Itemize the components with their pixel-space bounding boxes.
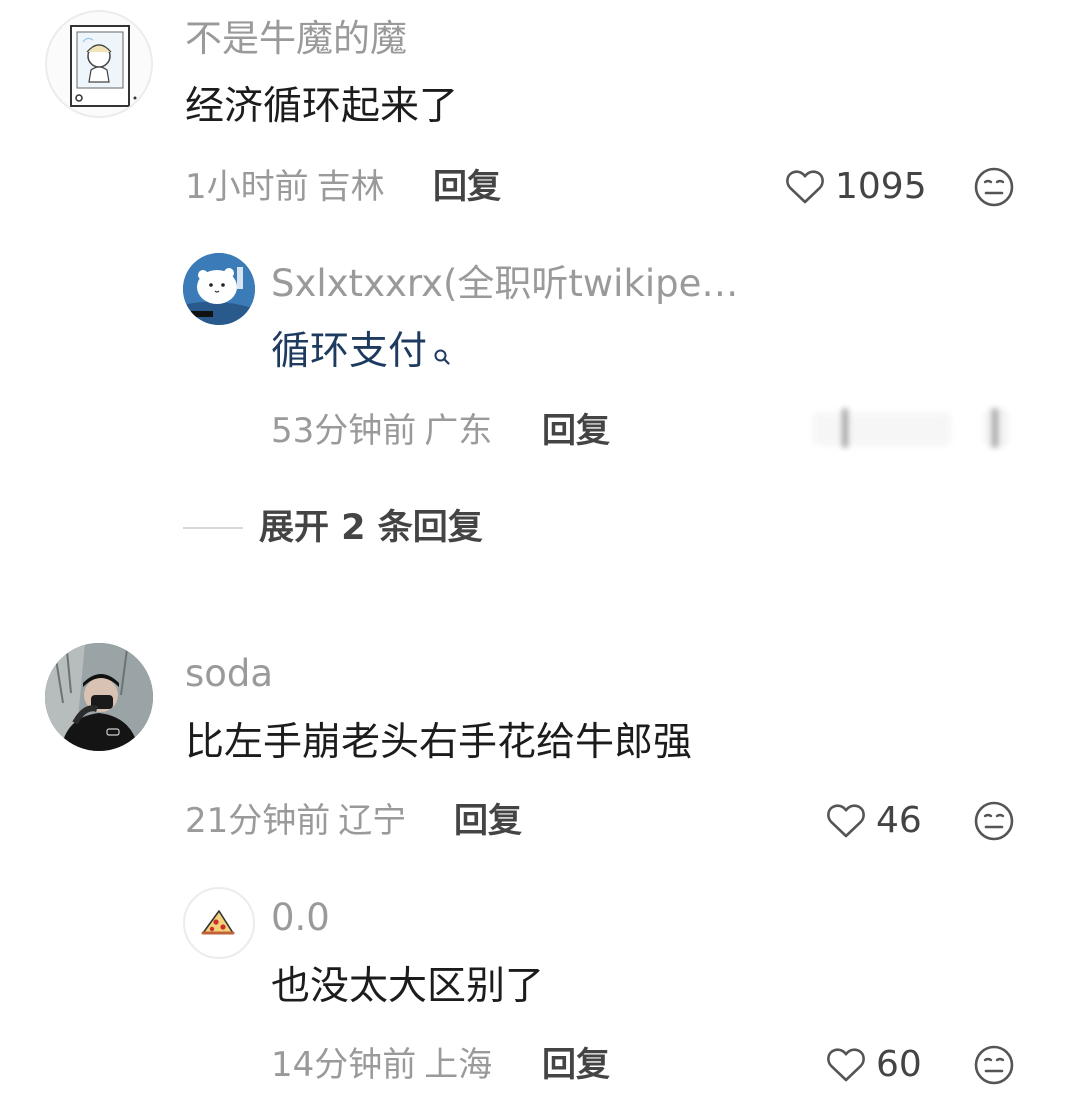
- avatar[interactable]: [183, 253, 255, 325]
- neutral-face-icon: [972, 801, 1016, 847]
- reply-location: 广东: [424, 411, 493, 451]
- like-button[interactable]: 46: [824, 799, 922, 843]
- heart-outline-icon: [824, 1043, 868, 1087]
- emoji-reaction-button[interactable]: [972, 1043, 1016, 1087]
- reply-button[interactable]: 回复: [542, 1043, 610, 1087]
- reply-meta: 53分钟前 广东: [271, 409, 492, 453]
- comment-meta: 1小时前 吉林: [185, 165, 385, 209]
- like-count: 1095: [835, 166, 927, 207]
- comment-username[interactable]: soda: [185, 652, 273, 696]
- like-button[interactable]: 60: [824, 1043, 922, 1087]
- like-count: 60: [876, 1044, 922, 1085]
- neutral-face-icon: [972, 1045, 1016, 1091]
- reply-username[interactable]: 0.0: [271, 896, 330, 940]
- comment-text: 比左手崩老头右手花给牛郎强: [185, 720, 693, 765]
- avatar[interactable]: [45, 643, 153, 751]
- reply-meta: 14分钟前 上海: [271, 1043, 492, 1087]
- like-count: 46: [876, 800, 922, 841]
- comment-time: 21分钟前: [185, 801, 331, 841]
- comment-username[interactable]: 不是牛魔的魔: [185, 17, 407, 61]
- like-button[interactable]: 1095: [783, 165, 927, 209]
- expand-replies-button[interactable]: 展开 2 条回复: [183, 506, 483, 550]
- emoji-reaction-button[interactable]: [972, 799, 1016, 843]
- comment-location: 吉林: [316, 167, 385, 207]
- search-mini-icon[interactable]: [433, 330, 451, 378]
- search-link[interactable]: 循环支付: [271, 329, 427, 374]
- reply-time: 53分钟前: [271, 411, 417, 451]
- emoji-reaction-button[interactable]: [972, 165, 1016, 209]
- heart-outline-icon: [824, 799, 868, 843]
- reply-text: 循环支付: [271, 328, 451, 378]
- comment-time: 1小时前: [185, 167, 309, 207]
- reply-username[interactable]: Sxlxtxxrx(全职听twikipe…: [271, 262, 738, 306]
- reply-button[interactable]: 回复: [542, 409, 610, 453]
- expand-replies-label: 展开 2 条回复: [259, 508, 483, 548]
- reply-button[interactable]: 回复: [454, 799, 522, 843]
- comment-text: 经济循环起来了: [185, 84, 459, 129]
- reply-time: 14分钟前: [271, 1045, 417, 1085]
- avatar[interactable]: [45, 10, 153, 118]
- avatar[interactable]: [183, 887, 255, 959]
- like-button[interactable]: [812, 402, 1022, 454]
- reply-text: 也没太大区别了: [271, 964, 545, 1009]
- reply-button[interactable]: 回复: [433, 165, 501, 209]
- heart-outline-icon: [783, 165, 827, 209]
- reply-location: 上海: [424, 1045, 493, 1085]
- divider: [183, 527, 243, 529]
- comment-meta: 21分钟前 辽宁: [185, 799, 406, 843]
- neutral-face-icon: [972, 167, 1016, 213]
- comment-location: 辽宁: [338, 801, 407, 841]
